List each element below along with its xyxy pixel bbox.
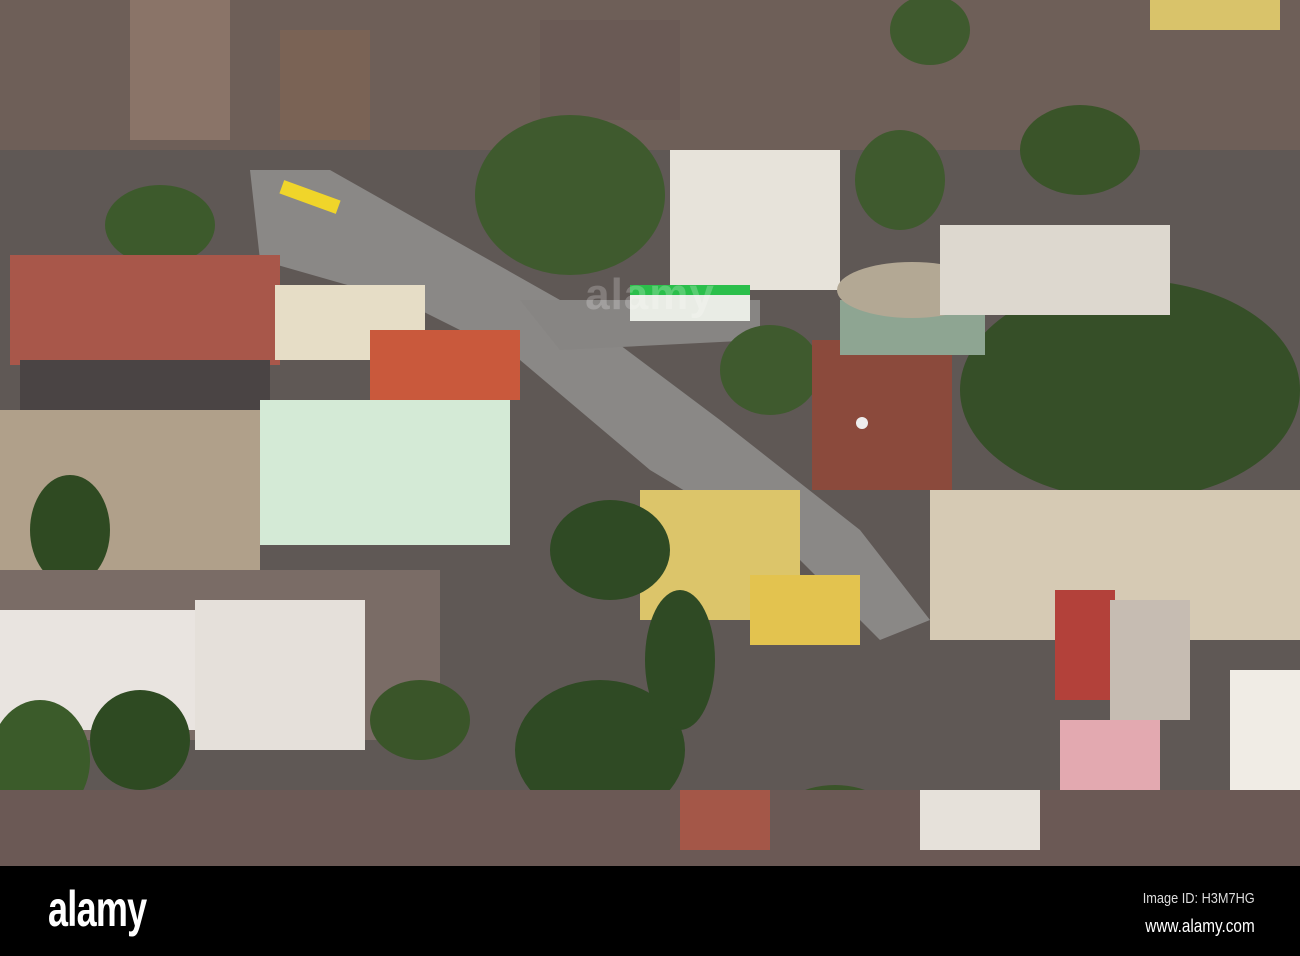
footer-bar: alamy Image ID: H3M7HG www.alamy.com (0, 866, 1300, 956)
alamy-logo: alamy (48, 881, 147, 937)
tree (90, 690, 190, 790)
office-building (670, 150, 840, 290)
website-link: www.alamy.com (1145, 916, 1255, 936)
aerial-city-photo: alamy (0, 0, 1300, 866)
tree (645, 590, 715, 730)
image-id: Image ID: H3M7HG (1143, 890, 1255, 907)
tree (105, 185, 215, 265)
tree (475, 115, 665, 275)
tree (1020, 105, 1140, 195)
tree (370, 680, 470, 760)
mint-building (260, 400, 510, 545)
city-scene (0, 0, 1300, 866)
clock (856, 417, 868, 429)
watermark: alamy (585, 270, 715, 319)
tree (550, 500, 670, 600)
tree (720, 325, 820, 415)
tree (855, 130, 945, 230)
tree (30, 475, 110, 585)
water-tower (812, 340, 952, 490)
